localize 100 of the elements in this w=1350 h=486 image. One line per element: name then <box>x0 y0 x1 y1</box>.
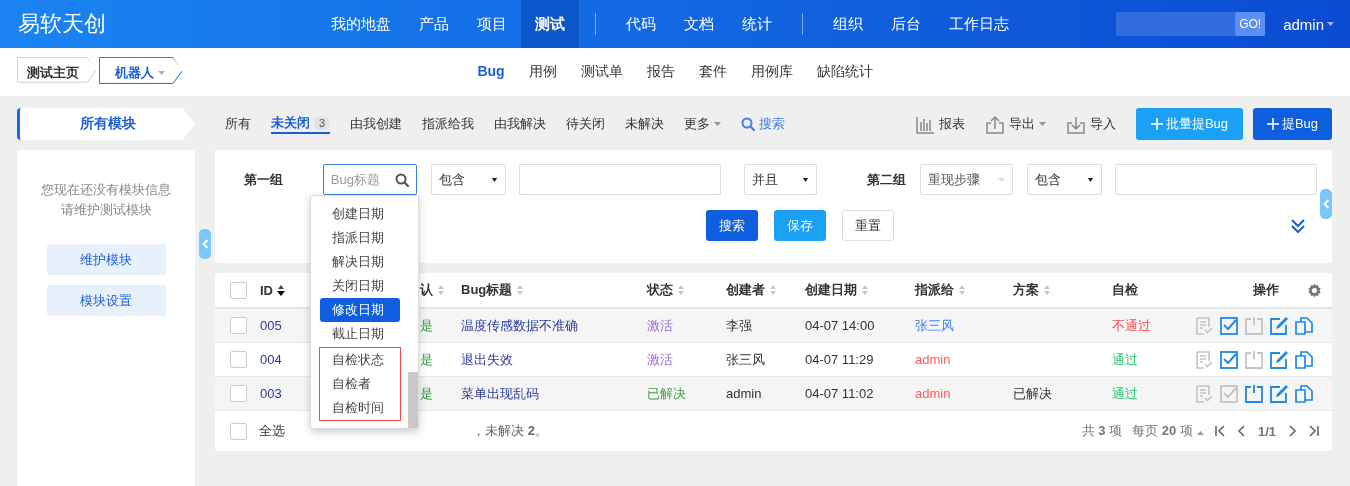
nav-item[interactable]: 工作日志 <box>935 0 1023 48</box>
filter-tab[interactable]: 由我创建 <box>340 108 413 140</box>
sort-icon[interactable] <box>277 284 285 296</box>
copy-icon[interactable] <box>1295 350 1313 369</box>
nav-item[interactable]: 代码 <box>612 0 670 48</box>
subnav-tab[interactable]: 缺陷统计 <box>816 63 873 81</box>
previous-page-icon[interactable] <box>1235 425 1248 437</box>
nav-item[interactable]: 文档 <box>670 0 728 48</box>
menu-item[interactable]: 创建日期 <box>320 202 400 226</box>
document-check-icon[interactable] <box>1195 350 1213 369</box>
subnav-tab[interactable]: 套件 <box>698 63 727 81</box>
operator-select[interactable]: 包含 <box>430 164 506 195</box>
filter-tab[interactable]: 未关闭 3 <box>271 114 331 134</box>
edit-icon[interactable] <box>1270 350 1288 369</box>
bug-title-link[interactable]: 温度传感数据不准确 <box>461 317 578 333</box>
settings-icon[interactable] <box>1307 282 1322 298</box>
nav-item[interactable]: 测试 <box>521 0 579 48</box>
menu-item[interactable]: 指派日期 <box>320 226 400 250</box>
column-header[interactable]: 认 <box>420 281 433 299</box>
checkbox[interactable] <box>230 351 247 368</box>
select-all-label[interactable]: 全选 <box>259 422 285 440</box>
edit-icon[interactable] <box>1270 384 1288 403</box>
last-page-icon[interactable] <box>1308 425 1320 437</box>
toolbar-button[interactable]: 导出 <box>975 114 1056 134</box>
column-header[interactable]: 创建日期 <box>805 281 857 299</box>
nav-item[interactable]: 统计 <box>728 0 786 48</box>
menu-item[interactable]: 关闭日期 <box>320 274 400 298</box>
checkbox[interactable] <box>230 317 247 334</box>
checkbox-tick-icon[interactable] <box>1220 316 1238 335</box>
value-input[interactable] <box>518 164 722 195</box>
page-size-select[interactable]: 每页 20 项 <box>1132 422 1204 440</box>
user-menu[interactable]: admin <box>1265 15 1350 33</box>
collapse-handle[interactable] <box>1320 189 1332 219</box>
subnav-tab[interactable]: 测试单 <box>580 63 623 81</box>
collapse-handle[interactable] <box>199 229 211 259</box>
filter-tab[interactable]: 待关闭 <box>556 108 616 140</box>
power-icon[interactable] <box>1245 384 1263 403</box>
search-icon <box>394 172 409 187</box>
filter-tab[interactable]: 由我解决 <box>484 108 557 140</box>
subnav-tab[interactable]: 用例 <box>528 63 557 81</box>
column-header[interactable]: 方案 <box>1013 281 1039 299</box>
document-check-icon[interactable] <box>1195 316 1213 335</box>
caret-icon <box>801 177 809 182</box>
first-page-icon[interactable] <box>1213 425 1226 437</box>
sidebar-button[interactable]: 模块设置 <box>46 285 166 316</box>
column-header[interactable]: Bug标题 <box>461 281 513 299</box>
menu-item[interactable]: 自检状态 <box>320 348 400 372</box>
form-button[interactable]: 搜索 <box>705 210 758 241</box>
subnav-tab[interactable]: 用例库 <box>750 63 793 81</box>
subnav-tab[interactable]: Bug <box>477 63 505 81</box>
menu-item[interactable]: 自检时间 <box>320 396 400 420</box>
nav-item[interactable]: 组织 <box>819 0 877 48</box>
document-check-icon[interactable] <box>1195 384 1213 403</box>
column-header[interactable]: 自检 <box>1112 281 1138 299</box>
checkbox[interactable] <box>230 385 247 402</box>
copy-icon[interactable] <box>1295 316 1313 335</box>
scrollbar-thumb[interactable] <box>408 372 418 428</box>
toolbar-button[interactable]: 报表 <box>905 114 975 134</box>
column-header[interactable]: 状态 <box>647 281 673 299</box>
subnav-tab[interactable]: 报告 <box>646 63 675 81</box>
sidebar-button[interactable]: 维护模块 <box>46 244 166 275</box>
operator-select[interactable]: 包含 <box>1026 164 1102 195</box>
bug-title-link[interactable]: 菜单出现乱码 <box>461 385 539 401</box>
form-button[interactable]: 重置 <box>841 210 894 241</box>
nav-item[interactable]: 后台 <box>877 0 935 48</box>
column-header[interactable]: 创建者 <box>726 281 765 299</box>
menu-item[interactable]: 修改日期 <box>320 298 400 322</box>
bug-id-link[interactable]: 004 <box>260 352 282 367</box>
nav-item[interactable]: 产品 <box>405 0 463 48</box>
checkbox-tick-icon[interactable] <box>1220 384 1238 403</box>
value-input[interactable] <box>1114 164 1317 195</box>
power-icon[interactable] <box>1245 316 1263 335</box>
module-tree-header[interactable]: 所有模块 <box>17 108 195 140</box>
create-bug-button[interactable]: 提Bug <box>1253 108 1332 140</box>
filter-tab[interactable]: 指派给我 <box>412 108 485 140</box>
nav-item[interactable]: 项目 <box>463 0 521 48</box>
edit-icon[interactable] <box>1270 316 1288 335</box>
column-header[interactable]: 指派给 <box>915 281 954 299</box>
checkbox-tick-icon[interactable] <box>1220 350 1238 369</box>
field-select[interactable]: 重现步骤 <box>919 164 1013 195</box>
bug-title-link[interactable]: 退出失效 <box>461 351 513 367</box>
column-header[interactable]: 操作 <box>1253 281 1279 299</box>
nav-item[interactable]: 我的地盘 <box>317 0 405 48</box>
toolbar-button[interactable]: 导入 <box>1056 114 1126 134</box>
copy-icon[interactable] <box>1295 384 1313 403</box>
filter-tab[interactable]: 更多 <box>674 108 732 140</box>
double-chevron-down-icon[interactable] <box>1290 218 1306 234</box>
checkbox[interactable] <box>230 422 247 440</box>
next-page-icon[interactable] <box>1286 425 1298 437</box>
bug-id-link[interactable]: 003 <box>260 386 282 401</box>
join-select[interactable]: 并且 <box>744 164 817 195</box>
menu-item[interactable]: 解决日期 <box>320 250 400 274</box>
column-header[interactable]: ID <box>260 282 273 298</box>
filter-tab[interactable]: 所有 <box>215 108 261 140</box>
filter-tab[interactable]: 未解决 <box>615 108 675 140</box>
menu-item[interactable]: 截止日期 <box>320 322 400 346</box>
checkbox[interactable] <box>230 281 247 299</box>
power-icon[interactable] <box>1245 350 1263 369</box>
menu-item[interactable]: 自检者 <box>320 372 400 396</box>
bug-id-link[interactable]: 005 <box>260 318 282 333</box>
